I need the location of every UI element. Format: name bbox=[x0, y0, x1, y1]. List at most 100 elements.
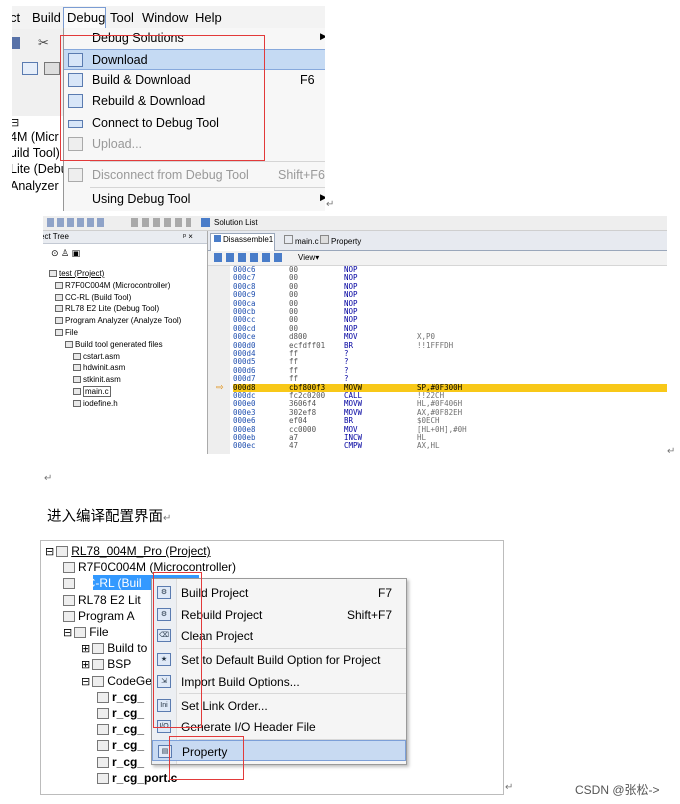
tree-node[interactable]: R7F0C004M (Microcontroller) bbox=[55, 281, 170, 290]
tree-node[interactable]: Program Analyzer (Analyze Tool) bbox=[55, 316, 181, 325]
toolbar-icon-2[interactable] bbox=[44, 62, 60, 75]
toolbar-icon[interactable] bbox=[12, 37, 20, 49]
disasm-row[interactable]: 000c9 00 NOP bbox=[233, 290, 667, 299]
tree-node[interactable]: CC-RL (Buil bbox=[63, 576, 142, 590]
cut-icon[interactable]: ✂ bbox=[38, 35, 49, 51]
tree-node[interactable]: r_cg_ bbox=[97, 706, 144, 720]
tree-node[interactable]: CC-RL (Build Tool) bbox=[55, 293, 131, 302]
tree-node[interactable]: iodefine.h bbox=[73, 399, 118, 408]
tree-node[interactable]: r_cg_ bbox=[97, 690, 144, 704]
context-menu-item-shortcut: Shift+F7 bbox=[346, 607, 392, 622]
tree-node[interactable]: r_cg_ bbox=[97, 722, 144, 736]
tree-node-icon bbox=[63, 578, 75, 590]
tree-node-label: stkinit.asm bbox=[83, 375, 121, 385]
tree-node[interactable]: ⊞ BSP bbox=[81, 657, 131, 671]
menu-item-shortcut: Shift+F6 bbox=[278, 168, 325, 182]
tree-node-icon bbox=[65, 340, 73, 348]
tree-node[interactable]: File bbox=[55, 328, 78, 337]
tree-node[interactable]: r_cg_ bbox=[97, 755, 144, 769]
disasm-row[interactable]: 000e8 cc0000 MOV [HL+0H],#0H bbox=[233, 425, 667, 434]
tree-node[interactable]: r_cg_ bbox=[97, 738, 144, 752]
tree-node[interactable]: RL78 E2 Lite (Debug Tool) bbox=[55, 304, 159, 313]
tab-property[interactable]: Property bbox=[320, 235, 361, 246]
solution-list-tab[interactable]: Solution List bbox=[214, 218, 258, 227]
menu-item-using-debug-tool[interactable]: Using Debug Tool ▶ bbox=[64, 189, 325, 210]
tree-node[interactable]: ⊟ File bbox=[63, 625, 109, 639]
disasm-row[interactable]: 000c8 00 NOP bbox=[233, 282, 667, 291]
tree-node[interactable]: test (Project) bbox=[49, 269, 104, 278]
disasm-row[interactable]: 000cb 00 NOP bbox=[233, 307, 667, 316]
view-dropdown[interactable]: View▾ bbox=[298, 253, 319, 262]
toolbar-icons[interactable] bbox=[131, 218, 191, 227]
disasm-bytes: 47 bbox=[289, 441, 299, 451]
tree-node-label: test (Project) bbox=[59, 269, 105, 278]
menu-window[interactable]: Window bbox=[142, 10, 188, 25]
disassemble-toolbar: View▾ bbox=[208, 251, 667, 266]
tree-node-icon bbox=[63, 594, 75, 606]
disconnect-icon bbox=[68, 168, 83, 182]
toolbar-icons[interactable] bbox=[47, 218, 107, 227]
tab-main-c[interactable]: main.c bbox=[284, 235, 319, 246]
disasm-row[interactable]: 000cc 00 NOP bbox=[233, 315, 667, 324]
tree-node[interactable]: R7F0C004M (Microcontroller) bbox=[63, 560, 236, 574]
tree-collapse-icon[interactable]: ⊟ bbox=[12, 116, 19, 129]
tree-node-icon bbox=[92, 643, 105, 655]
tree-node-icon bbox=[55, 305, 63, 313]
expand-icon[interactable]: ⊞ bbox=[81, 643, 90, 655]
tree-node[interactable]: ⊞ Build to bbox=[81, 641, 147, 655]
disasm-row[interactable]: 000ca 00 NOP bbox=[233, 299, 667, 308]
collapse-icon[interactable]: ⊟ bbox=[63, 627, 72, 639]
tree-node[interactable]: main.c bbox=[73, 386, 111, 397]
tree-node-label: CodeGe bbox=[107, 673, 152, 688]
window-icon[interactable] bbox=[22, 62, 38, 75]
expand-icon[interactable]: ⊞ bbox=[81, 659, 90, 671]
panel-title: ect Tree bbox=[43, 232, 69, 241]
tree-toolbar-icon[interactable]: ⊙ ♙ ▣ bbox=[51, 248, 80, 259]
tree-node-icon bbox=[63, 562, 75, 574]
tree-node[interactable]: hdwinit.asm bbox=[73, 363, 125, 372]
disasm-row[interactable]: 000ec 47 CMPW AX,HL bbox=[233, 441, 667, 451]
pin-close-icon[interactable]: ᵖ × bbox=[183, 232, 193, 241]
breakpoint-gutter[interactable] bbox=[208, 266, 230, 454]
tree-node[interactable]: RL78 E2 Lit bbox=[63, 593, 141, 607]
menu-debug[interactable]: Debug bbox=[67, 10, 105, 25]
tree-node-label: File bbox=[65, 328, 78, 337]
tree-node[interactable]: ⊟ CodeGe bbox=[81, 674, 152, 688]
tree-node[interactable]: ⊟ RL78_004M_Pro (Project) bbox=[45, 544, 211, 558]
menu-separator bbox=[90, 161, 325, 162]
disasm-row[interactable]: 000d4 ff? bbox=[233, 349, 667, 358]
tree-node[interactable]: cstart.asm bbox=[73, 352, 120, 361]
menu-build[interactable]: Build bbox=[32, 10, 61, 25]
submenu-arrow-icon: ▶ bbox=[320, 192, 325, 202]
tree-node[interactable]: stkinit.asm bbox=[73, 375, 121, 384]
collapse-icon[interactable]: ⊟ bbox=[81, 676, 90, 688]
watermark: CSDN @张松-> bbox=[575, 783, 660, 797]
tree-node-label: Build tool generated files bbox=[75, 339, 163, 349]
menu-ct[interactable]: ct bbox=[12, 10, 20, 25]
tree-node-label: r_cg_ bbox=[112, 706, 145, 720]
tree-node-label: r_cg_ bbox=[112, 689, 145, 704]
disasm-row[interactable]: 000c7 00 NOP bbox=[233, 273, 667, 282]
file-icon bbox=[73, 376, 81, 384]
disasm-row[interactable]: 000d0 ecfdff01 BR !!1FFFDH bbox=[233, 341, 667, 350]
tree-fragment: Lite (Debu bbox=[12, 162, 68, 176]
file-icon bbox=[97, 740, 109, 752]
submenu-arrow-icon: ▶ bbox=[320, 31, 325, 41]
ide-toolbar: Solution List bbox=[43, 216, 667, 231]
collapse-icon[interactable]: ⊟ bbox=[45, 546, 54, 558]
menu-tool[interactable]: Tool bbox=[110, 10, 134, 25]
disasm-row[interactable]: 000d5 ff? bbox=[233, 357, 667, 366]
tree-node[interactable]: Build tool generated files bbox=[65, 340, 163, 349]
tree-node[interactable]: Program A bbox=[63, 609, 135, 623]
disasm-row[interactable]: 000c6 00 NOP bbox=[233, 265, 667, 274]
tree-node[interactable]: r_cg_port.c bbox=[97, 771, 177, 785]
tab-disassemble1[interactable]: Disassemble1 bbox=[214, 235, 273, 244]
disassemble-icon bbox=[214, 235, 221, 242]
project-tree-panel: ect Tree ᵖ × ⊙ ♙ ▣ test (Project) R7F0C00… bbox=[43, 231, 208, 454]
toolbar-icons[interactable] bbox=[214, 253, 282, 262]
menu-item-disconnect-debug-tool[interactable]: Disconnect from Debug Tool Shift+F6 bbox=[64, 165, 325, 186]
menu-help[interactable]: Help bbox=[195, 10, 222, 25]
tree-node-label: R7F0C004M (Microcontroller) bbox=[65, 280, 171, 290]
disasm-row[interactable]: 000eb a7 INCW HL bbox=[233, 433, 667, 442]
disasm-row[interactable]: 000d6 ff? bbox=[233, 366, 667, 375]
